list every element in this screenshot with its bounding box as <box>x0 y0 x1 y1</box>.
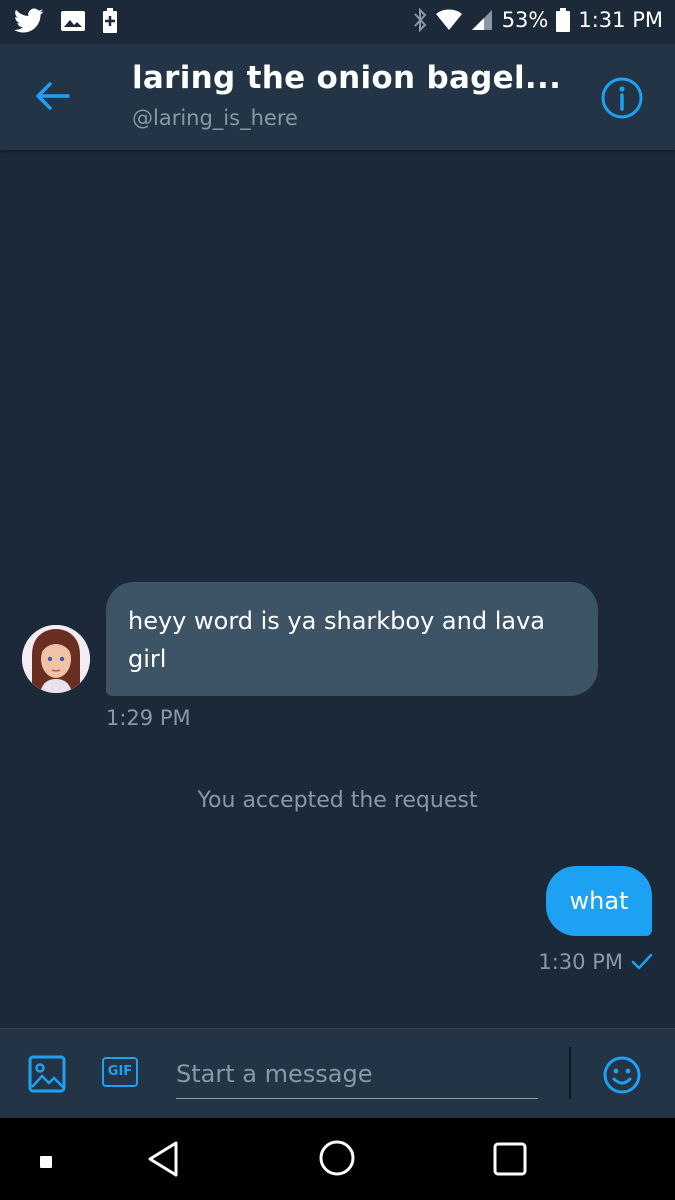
battery-icon <box>556 8 571 32</box>
back-button[interactable] <box>32 78 72 114</box>
navigation-bar <box>0 1118 675 1200</box>
message-composer: GIF <box>0 1028 675 1119</box>
recents-square-icon <box>493 1142 527 1176</box>
image-icon <box>28 1055 66 1093</box>
status-time: 1:31 PM <box>578 8 663 32</box>
message-input[interactable] <box>176 1049 538 1099</box>
signal-icon <box>471 10 492 30</box>
back-triangle-icon <box>148 1141 178 1177</box>
image-icon <box>61 11 85 31</box>
battery-saver-icon <box>103 8 117 33</box>
square-dot-icon <box>40 1156 52 1168</box>
emoji-button[interactable] <box>602 1055 642 1095</box>
avatar-portrait-icon <box>22 625 90 693</box>
outgoing-message-meta: 1:30 PM <box>538 950 653 974</box>
wifi-icon <box>435 9 462 30</box>
home-circle-icon <box>319 1140 355 1176</box>
conversation-handle: @laring_is_here <box>132 106 298 130</box>
checkmark-icon <box>631 953 653 970</box>
conversation-title[interactable]: laring the onion bagel... <box>132 60 561 96</box>
twitter-bird-icon <box>14 8 44 33</box>
incoming-message-bubble[interactable]: heyy word is ya sharkboy and lava girl <box>106 582 598 696</box>
incoming-message-time: 1:29 PM <box>106 706 191 730</box>
battery-percent: 53% <box>501 8 549 32</box>
outgoing-message-bubble[interactable]: what <box>546 866 652 936</box>
smiley-icon <box>603 1056 641 1094</box>
avatar[interactable] <box>22 625 90 693</box>
info-icon <box>601 77 643 119</box>
composer-divider <box>569 1047 571 1099</box>
conversation-header: laring the onion bagel... @laring_is_her… <box>0 44 675 150</box>
outgoing-message-time: 1:30 PM <box>538 950 623 974</box>
info-button[interactable] <box>600 76 644 120</box>
nav-back-button[interactable] <box>146 1140 180 1182</box>
arrow-left-icon <box>36 82 70 110</box>
nav-extra-button[interactable] <box>40 1153 52 1172</box>
message-list[interactable]: heyy word is ya sharkboy and lava girl 1… <box>0 150 675 1028</box>
add-photo-button[interactable] <box>28 1055 66 1093</box>
nav-home-button[interactable] <box>319 1140 355 1180</box>
bluetooth-icon <box>413 8 427 32</box>
request-accepted-note: You accepted the request <box>197 788 478 813</box>
nav-recents-button[interactable] <box>493 1142 527 1180</box>
add-gif-button[interactable]: GIF <box>102 1057 138 1087</box>
status-bar: 53% 1:31 PM <box>0 0 675 44</box>
